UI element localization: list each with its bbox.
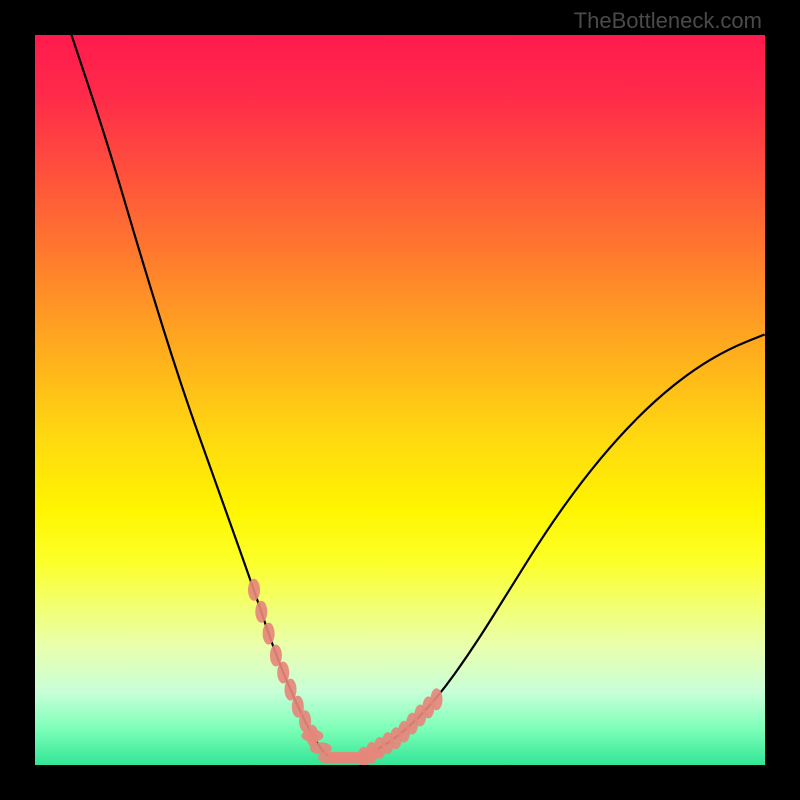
marker-cluster-left — [248, 579, 318, 747]
bottleneck-curve-line — [72, 35, 766, 758]
data-marker — [431, 688, 443, 710]
marker-cluster-right — [358, 688, 443, 765]
chart-plot-area — [35, 35, 765, 765]
data-marker — [248, 579, 260, 601]
bottleneck-curve-svg — [35, 35, 765, 765]
watermark-text: TheBottleneck.com — [574, 8, 762, 34]
data-marker — [263, 623, 275, 645]
data-marker — [255, 601, 267, 623]
data-marker — [301, 730, 323, 742]
